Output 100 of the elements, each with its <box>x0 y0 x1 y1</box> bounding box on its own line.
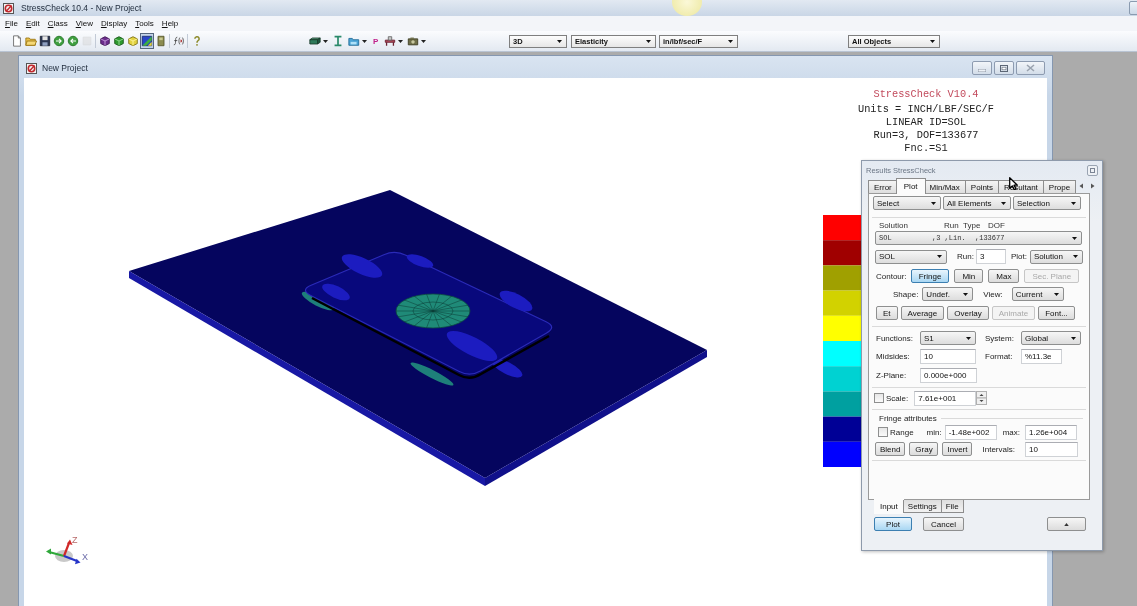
caret-icon <box>1053 292 1059 296</box>
axis-label: X <box>82 552 88 562</box>
caret-icon <box>1072 236 1077 240</box>
toolbar-button[interactable] <box>140 33 154 49</box>
close-button[interactable] <box>1016 61 1045 75</box>
midsides-field[interactable]: 10 <box>920 349 976 364</box>
caret-icon <box>963 292 969 296</box>
maximize-button[interactable] <box>994 61 1014 75</box>
scroll-right-icon[interactable] <box>1090 183 1096 189</box>
range-max-field[interactable]: 1.26e+004 <box>1025 424 1078 440</box>
cube-icon <box>127 35 139 47</box>
select-dropdown[interactable]: Selection <box>1013 196 1081 210</box>
solution-info-line: Fnc.=S1 <box>903 142 949 155</box>
caret-icon <box>1071 336 1076 340</box>
function-dropdown[interactable]: S1 <box>920 331 976 345</box>
solution-info-line: LINEAR ID=SOL <box>884 116 968 129</box>
color-mode-button[interactable]: Gray <box>909 442 939 456</box>
menu-item[interactable]: Help <box>161 19 179 28</box>
up-arrow-icon <box>1064 522 1069 526</box>
field-label: Range <box>890 427 914 437</box>
save-icon <box>39 35 51 47</box>
tab[interactable]: Plot <box>895 178 926 194</box>
app-logo-icon <box>3 2 14 14</box>
field-label: Intervals: <box>982 444 1015 454</box>
camera-icon <box>407 35 420 47</box>
caret-icon <box>421 39 427 43</box>
help-icon <box>191 35 203 47</box>
window-button-icon[interactable] <box>1087 164 1098 176</box>
contour-button[interactable]: Fringe <box>910 269 950 283</box>
range-checkbox[interactable] <box>878 427 888 437</box>
spinner-arrows-icon[interactable] <box>976 391 988 405</box>
run-field[interactable]: 3 <box>975 249 1006 264</box>
field-label: Contour: <box>876 271 907 281</box>
tab[interactable]: Min/Max <box>923 180 966 193</box>
app-logo-icon <box>26 62 37 74</box>
caret-icon <box>937 255 942 258</box>
tab[interactable]: File <box>940 500 964 513</box>
scale-field[interactable]: 7.61e+001 <box>914 390 977 406</box>
toolbar-button[interactable] <box>98 33 112 49</box>
column-header: DOF <box>988 220 1005 230</box>
menu-item[interactable]: Class <box>47 19 68 28</box>
tab[interactable]: Prope <box>1042 180 1077 193</box>
color-mode-button[interactable]: Blend <box>875 442 906 456</box>
menu-item[interactable]: File <box>5 19 18 28</box>
toolbar-button[interactable] <box>38 33 52 49</box>
tab[interactable]: Settings <box>902 500 942 513</box>
collapse-button[interactable] <box>1047 517 1086 531</box>
stress-patch <box>341 254 383 278</box>
scroll-left-icon[interactable] <box>1079 183 1085 189</box>
plot-type-dropdown[interactable]: Solution <box>1029 249 1083 264</box>
format-field[interactable]: %11.3e <box>1021 349 1062 364</box>
stress-patch <box>499 290 533 312</box>
scale-checkbox[interactable] <box>874 393 884 403</box>
action-button[interactable]: Et <box>876 306 898 320</box>
arrow-icon <box>53 35 65 47</box>
solution-id-dropdown[interactable]: SOL <box>875 249 947 264</box>
tab[interactable]: Input <box>874 499 904 514</box>
action-button[interactable]: Font... <box>1038 306 1075 320</box>
i-beam-icon <box>332 35 344 47</box>
field-label: Shape: <box>893 289 919 299</box>
menu-item[interactable]: View <box>75 19 93 28</box>
shape-dropdown[interactable]: Undef. <box>922 287 974 301</box>
menu-item[interactable]: Edit <box>25 19 40 28</box>
cube-icon <box>113 35 125 47</box>
field-label: System: <box>985 333 1015 343</box>
action-button[interactable]: Average <box>900 306 945 320</box>
color-mode-button[interactable]: Invert <box>942 442 973 456</box>
caret-icon <box>1072 255 1078 258</box>
caret-icon <box>398 39 404 43</box>
view-dropdown[interactable]: Current <box>1011 287 1064 301</box>
square-icon <box>81 35 93 47</box>
p-button[interactable]: P <box>370 33 382 49</box>
toolbar-button[interactable] <box>112 33 126 49</box>
field-label: View: <box>983 289 1003 299</box>
select-dropdown[interactable]: Select <box>873 196 941 210</box>
system-dropdown[interactable]: Global <box>1021 331 1081 345</box>
action-button[interactable]: Overlay <box>947 306 989 320</box>
dialog-button[interactable]: Cancel <box>923 517 964 531</box>
axis-label: Z <box>72 535 78 545</box>
field-label: Scale: <box>886 393 909 403</box>
tab[interactable]: Error <box>868 180 898 193</box>
field-label: Midsides: <box>876 352 911 361</box>
field-label: Run: <box>957 252 974 261</box>
tool-dropdown-button[interactable] <box>383 33 405 49</box>
stress-patch <box>406 254 434 268</box>
stress-patch <box>410 362 454 386</box>
select-dropdown[interactable]: All Elements <box>943 196 1011 210</box>
z-plane-field[interactable]: 0.000e+000 <box>920 368 977 383</box>
menu-item[interactable]: Tools <box>135 19 154 28</box>
caret-icon <box>1001 201 1006 205</box>
range-min-field[interactable]: -1.48e+002 <box>944 424 997 440</box>
contour-button[interactable]: Min <box>954 269 984 283</box>
contour-button[interactable]: Max <box>988 269 1020 283</box>
menu-item[interactable]: Display <box>100 19 128 28</box>
dialog-button[interactable]: Plot <box>874 517 912 531</box>
caret-icon <box>728 39 733 43</box>
intervals-field[interactable]: 10 <box>1024 441 1078 457</box>
folder-icon <box>348 35 360 47</box>
arrow-icon <box>67 35 79 47</box>
minimize-button[interactable] <box>972 61 992 75</box>
